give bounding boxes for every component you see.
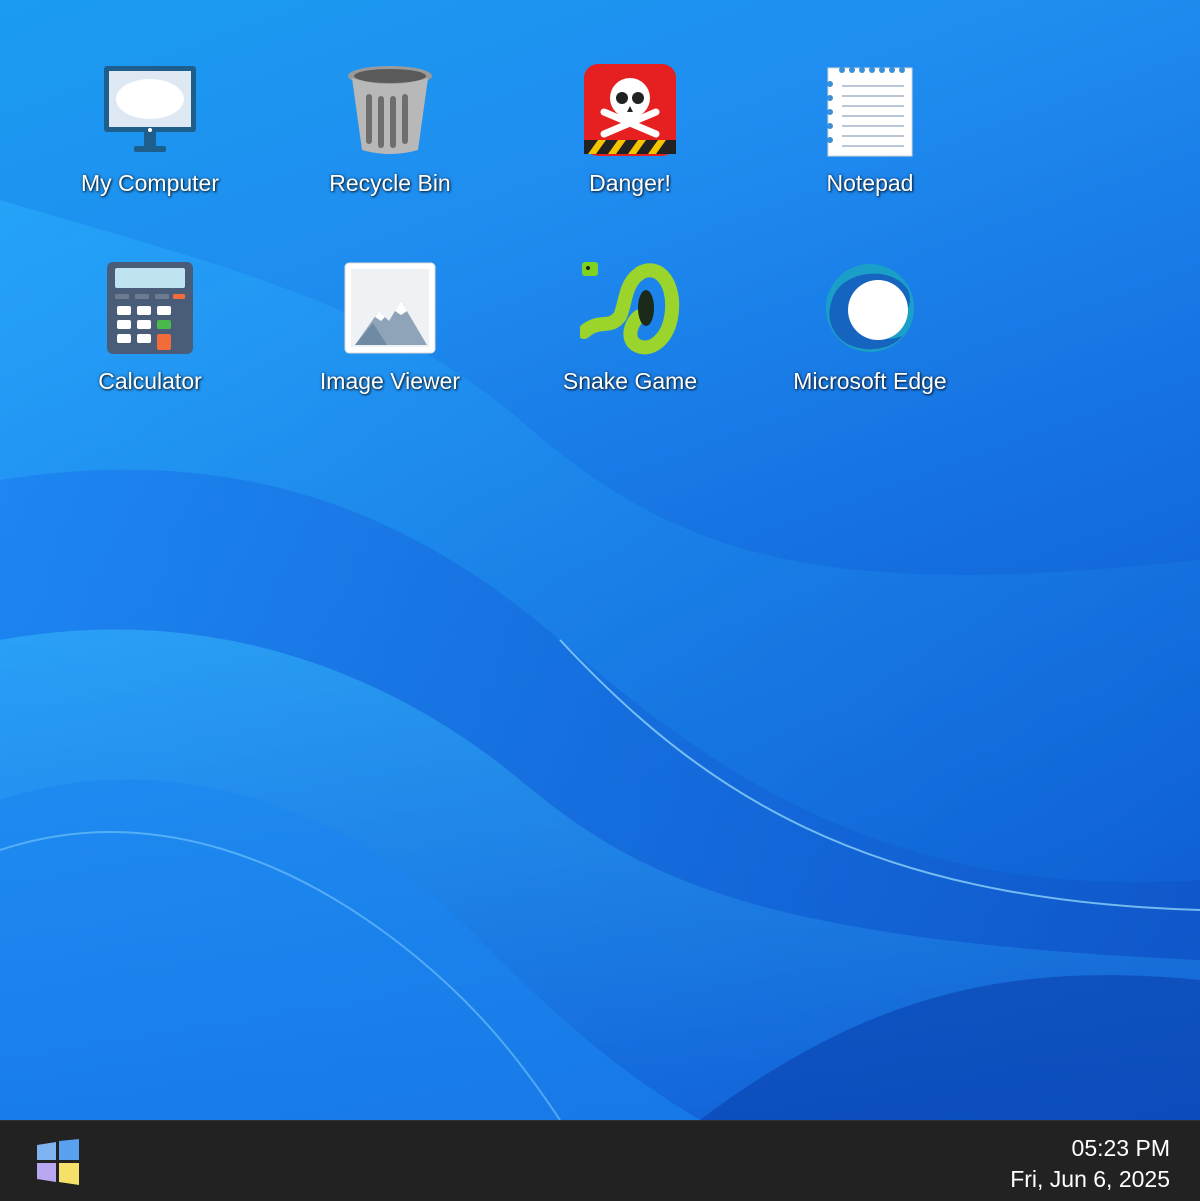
desktop-icon-calculator[interactable]: Calculator xyxy=(50,258,250,418)
image-mountain-icon xyxy=(340,258,440,358)
desktop-icon-label: Recycle Bin xyxy=(329,170,451,196)
desktop-icon-recycle-bin[interactable]: Recycle Bin xyxy=(290,60,490,220)
clock-date: Fri, Jun 6, 2025 xyxy=(1010,1166,1170,1192)
edge-browser-icon xyxy=(820,258,920,358)
start-button[interactable] xyxy=(34,1139,82,1185)
desktop-icon-my-computer[interactable]: My Computer xyxy=(50,60,250,220)
desktop-icon-notepad[interactable]: Notepad xyxy=(770,60,970,220)
desktop: My Computer Recycle Bin Danger! Notepad … xyxy=(0,0,1200,1120)
desktop-icon-image-viewer[interactable]: Image Viewer xyxy=(290,258,490,418)
desktop-icon-label: Microsoft Edge xyxy=(793,368,947,394)
desktop-icon-snake-game[interactable]: Snake Game xyxy=(530,258,730,418)
desktop-icon-label: Notepad xyxy=(826,170,914,196)
skull-crossbones-icon xyxy=(580,60,680,160)
clock-time: 05:23 PM xyxy=(1071,1135,1170,1161)
system-clock[interactable]: 05:23 PM Fri, Jun 6, 2025 xyxy=(1010,1133,1170,1195)
desktop-icon-label: Snake Game xyxy=(562,368,698,394)
desktop-icon-label: Calculator xyxy=(98,368,202,394)
notepad-icon xyxy=(820,60,920,160)
snake-icon xyxy=(580,258,680,358)
desktop-icon-label: Image Viewer xyxy=(319,368,461,394)
calculator-icon xyxy=(100,258,200,358)
trash-can-icon xyxy=(340,60,440,160)
windows-logo-icon xyxy=(37,1139,79,1185)
desktop-icon-label: My Computer xyxy=(80,170,220,196)
desktop-icon-danger[interactable]: Danger! xyxy=(530,60,730,220)
desktop-icon-label: Danger! xyxy=(589,170,671,196)
desktop-icon-microsoft-edge[interactable]: Microsoft Edge xyxy=(770,258,970,418)
taskbar: 05:23 PM Fri, Jun 6, 2025 xyxy=(0,1120,1200,1201)
computer-monitor-icon xyxy=(100,60,200,160)
